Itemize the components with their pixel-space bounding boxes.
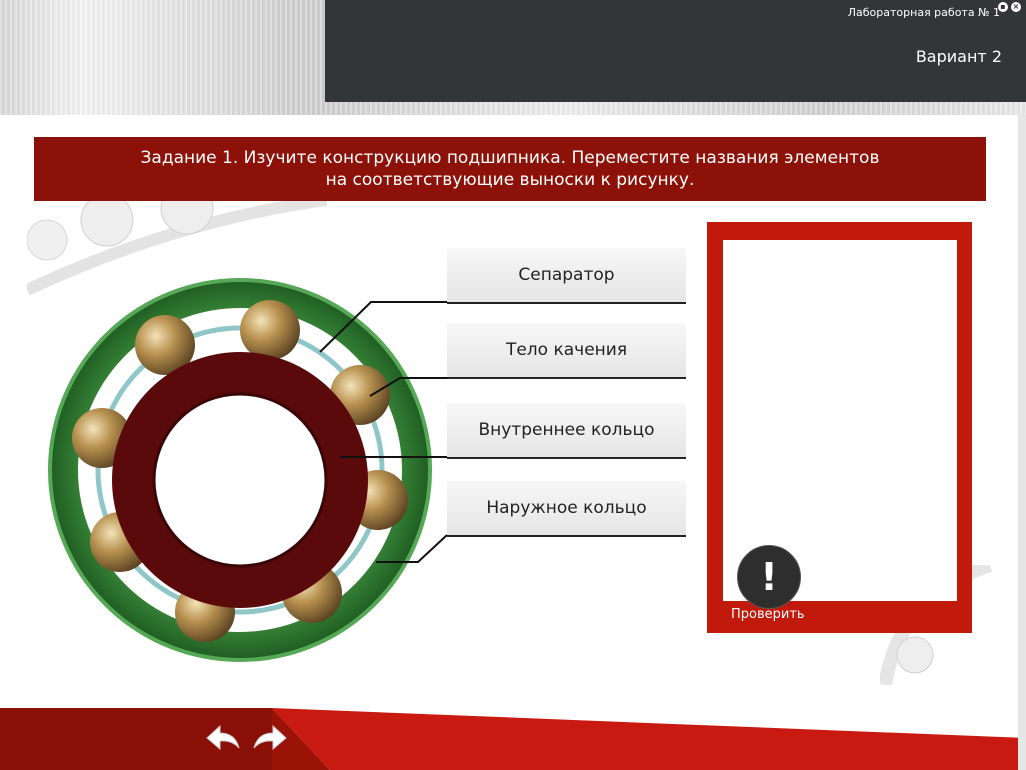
label-separator[interactable]: Сепаратор: [447, 248, 686, 304]
scrollbar[interactable]: [1018, 115, 1026, 770]
label-inner-ring[interactable]: Внутреннее кольцо: [447, 403, 686, 459]
check-button[interactable]: !: [737, 545, 801, 609]
footer-bar: [0, 708, 1026, 770]
label-outer-ring[interactable]: Наружное кольцо: [447, 481, 686, 537]
back-arrow-icon[interactable]: [205, 722, 243, 752]
label-rolling-element[interactable]: Тело качения: [447, 323, 686, 379]
forward-arrow-icon[interactable]: [250, 722, 288, 752]
check-button-label[interactable]: Проверить: [731, 607, 805, 622]
